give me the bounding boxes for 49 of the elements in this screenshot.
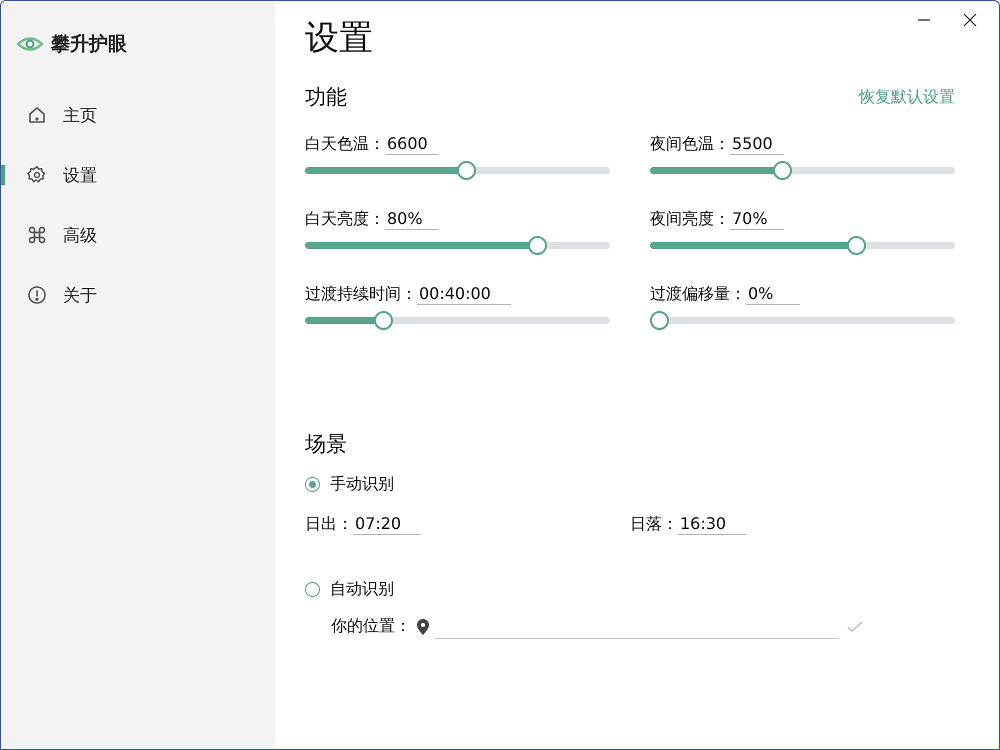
value-field[interactable]: 00:40:00 (417, 283, 511, 305)
sidebar-item[interactable]: 设置 (1, 145, 275, 205)
slider[interactable] (650, 311, 955, 330)
check-icon (847, 620, 863, 632)
time-field[interactable]: 07:20 (353, 513, 421, 535)
sidebar-item[interactable]: 主页 (1, 85, 275, 145)
slider[interactable] (305, 236, 610, 255)
value-field[interactable]: 5500 (730, 133, 784, 155)
sidebar-item-label: 高级 (63, 224, 97, 246)
radio-label: 手动识别 (330, 474, 394, 495)
value-field[interactable]: 80% (385, 208, 439, 230)
home-icon (27, 105, 47, 125)
value-field[interactable]: 6600 (385, 133, 439, 155)
eye-logo-icon (17, 36, 43, 52)
sidebar-item-label: 设置 (63, 164, 97, 186)
page-title: 设置 (305, 17, 373, 60)
sidebar-item-label: 关于 (63, 284, 97, 306)
command-icon (27, 225, 47, 245)
time-field[interactable]: 16:30 (678, 513, 746, 535)
slider[interactable] (650, 236, 955, 255)
value-field[interactable]: 70% (730, 208, 784, 230)
slider-label: 夜间色温： (650, 134, 730, 154)
section-title: 场景 (305, 431, 347, 458)
slider-label: 过渡持续时间： (305, 284, 417, 304)
section-title: 功能 (305, 84, 347, 111)
slider[interactable] (305, 161, 610, 180)
close-icon (963, 13, 977, 27)
settings-icon (27, 165, 47, 185)
slider[interactable] (305, 311, 610, 330)
sidebar-item[interactable]: 关于 (1, 265, 275, 325)
value-field[interactable]: 0% (746, 283, 800, 305)
app-name: 攀升护眼 (51, 32, 127, 57)
sidebar-item[interactable]: 高级 (1, 205, 275, 265)
location-pin-icon (417, 618, 429, 634)
sidebar-item-label: 主页 (63, 104, 97, 126)
slider-label: 过渡偏移量： (650, 284, 746, 304)
slider-label: 白天色温： (305, 134, 385, 154)
info-icon (27, 285, 47, 305)
close-button[interactable] (961, 11, 979, 29)
sunset-label: 日落： (630, 514, 678, 534)
location-label: 你的位置： (331, 616, 411, 637)
radio-button[interactable] (305, 477, 320, 492)
radio-label: 自动识别 (330, 579, 394, 600)
slider-label: 夜间亮度： (650, 208, 730, 230)
sunrise-label: 日出： (305, 514, 353, 534)
radio-button[interactable] (305, 582, 320, 597)
slider[interactable] (650, 161, 955, 180)
confirm-check-button[interactable] (845, 618, 865, 634)
slider-label: 白天亮度： (305, 208, 385, 230)
